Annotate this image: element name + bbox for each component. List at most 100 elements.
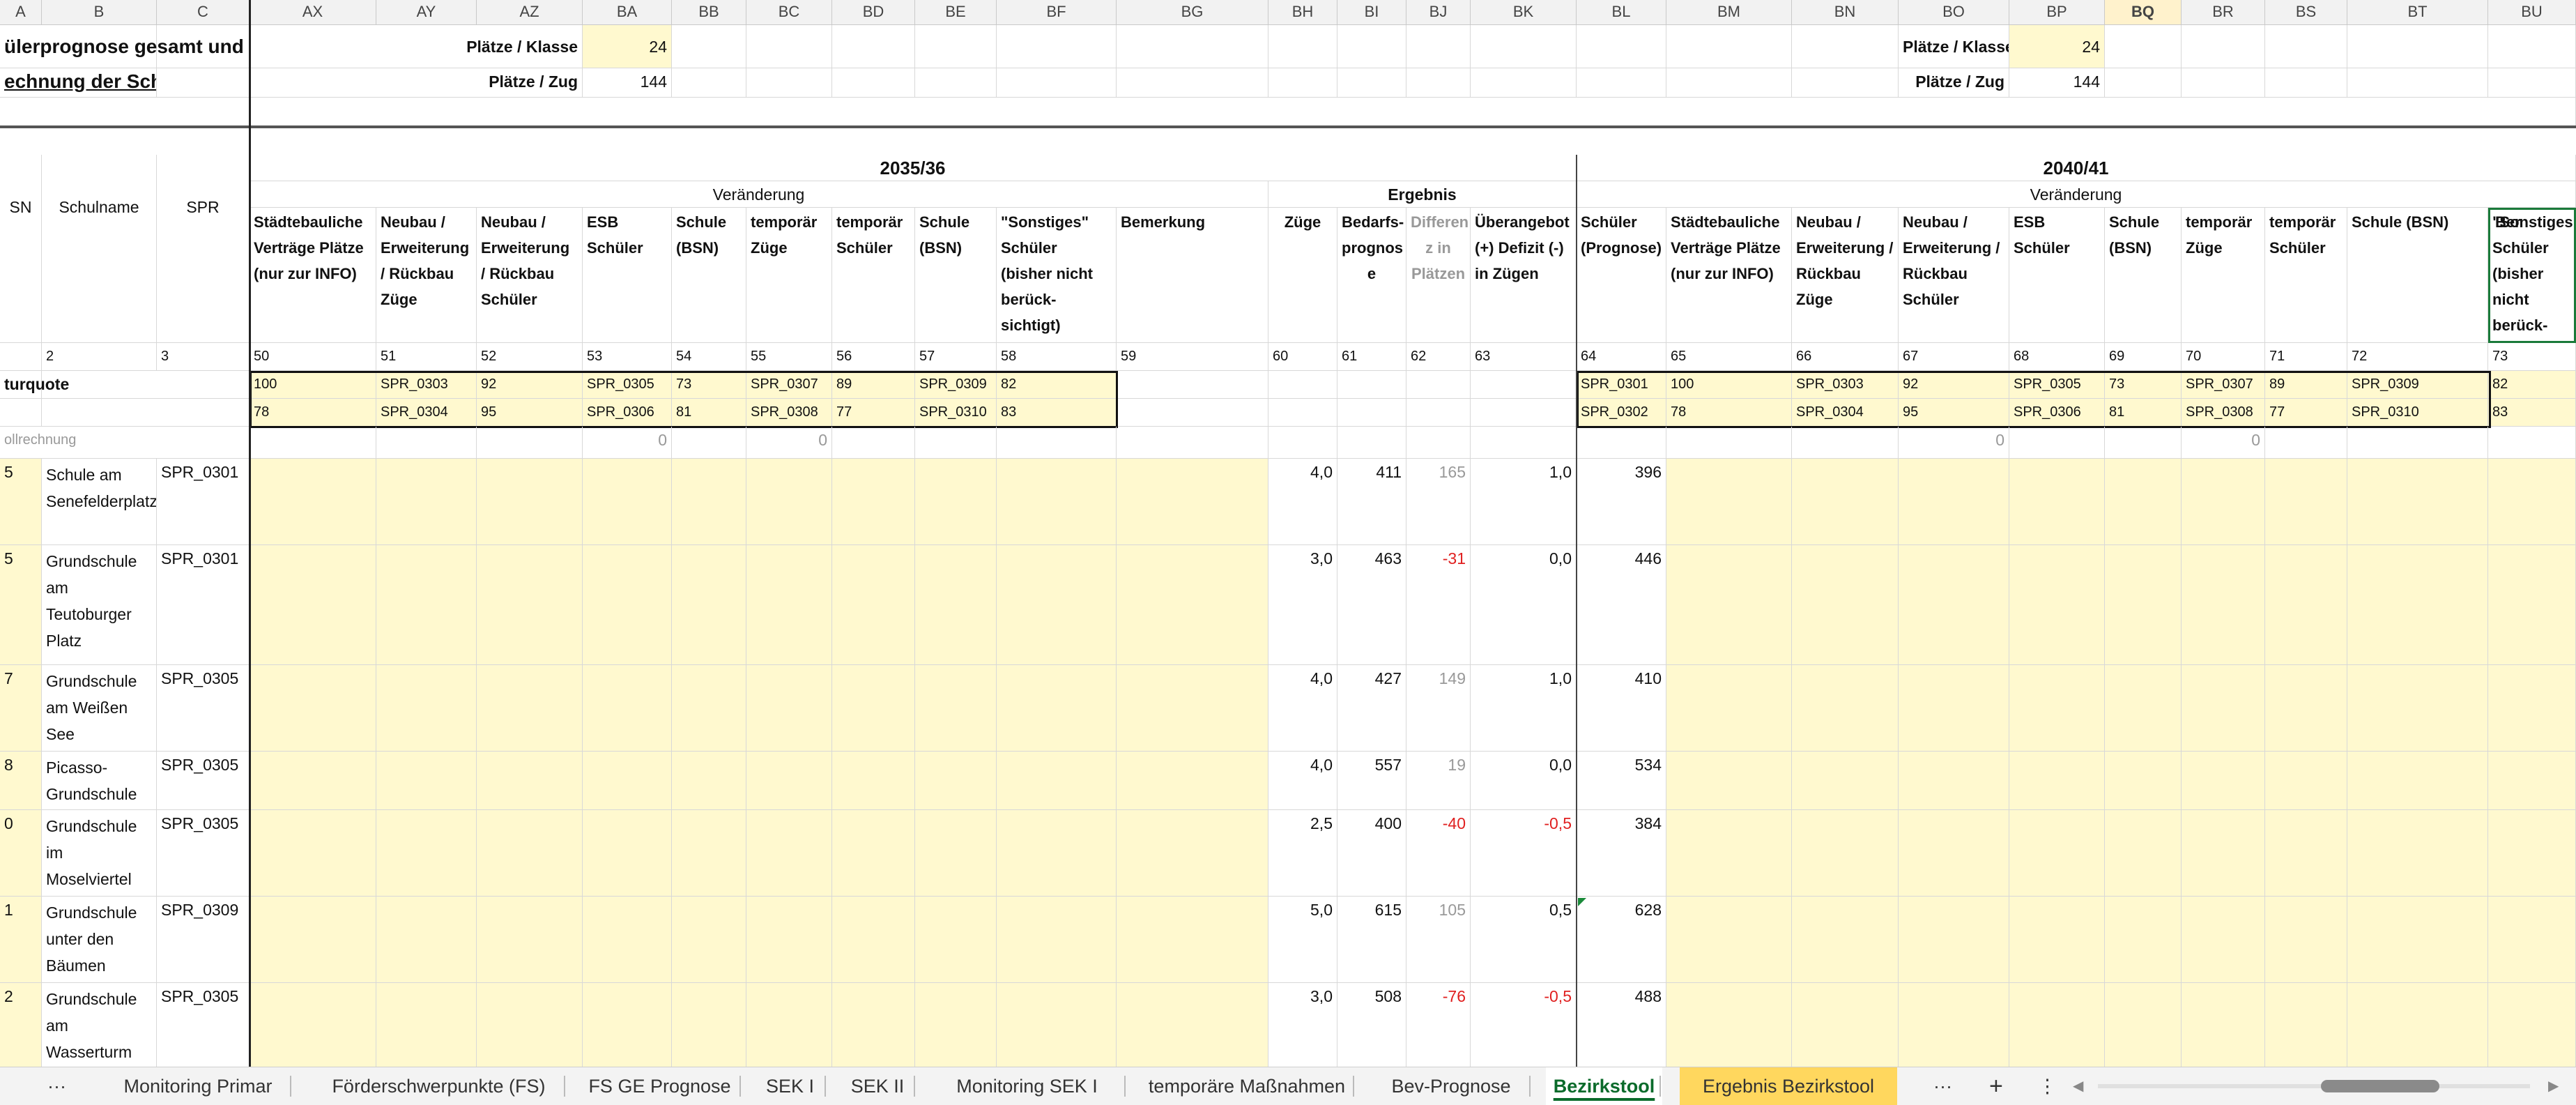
- input-cell[interactable]: [477, 665, 583, 752]
- empty-top[interactable]: [1337, 68, 1406, 98]
- quote-right-r2[interactable]: SPR_0302: [1577, 399, 1666, 427]
- schueler-prognose-2040[interactable]: 488: [1577, 983, 1666, 1074]
- control-zero[interactable]: 0: [746, 427, 832, 459]
- column-header-bm[interactable]: BM: [1666, 0, 1792, 25]
- input-cell[interactable]: [1792, 752, 1899, 810]
- input-cell[interactable]: [1117, 810, 1268, 897]
- ueberangebot[interactable]: -0,5: [1471, 983, 1577, 1074]
- empty-top[interactable]: [746, 68, 832, 98]
- input-cell[interactable]: [1792, 810, 1899, 897]
- column-header-bh[interactable]: BH: [1268, 0, 1337, 25]
- input-cell[interactable]: [2265, 545, 2347, 665]
- school-bsn[interactable]: 7: [0, 665, 42, 752]
- plaetze-klasse-label[interactable]: Plätze / Klasse: [250, 25, 583, 68]
- input-cell[interactable]: [2265, 665, 2347, 752]
- plaetze-klasse-label-2[interactable]: Plätze / Klasse: [1899, 25, 2009, 68]
- column-header-br[interactable]: BR: [2182, 0, 2265, 25]
- header-2040-1[interactable]: Schüler (Prognose): [1577, 208, 1666, 343]
- header-2040-5[interactable]: ESB Schüler: [2009, 208, 2105, 343]
- school-spr[interactable]: SPR_0309: [157, 897, 250, 983]
- school-bsn[interactable]: 5: [0, 459, 42, 545]
- input-cell[interactable]: [250, 983, 376, 1074]
- column-number[interactable]: 58: [997, 343, 1117, 371]
- input-cell[interactable]: [477, 545, 583, 665]
- quote-label[interactable]: turquote: [0, 371, 69, 399]
- input-cell[interactable]: [583, 665, 672, 752]
- quote-left-r1[interactable]: 73: [672, 371, 746, 399]
- column-number[interactable]: 71: [2265, 343, 2347, 371]
- column-number[interactable]: 63: [1471, 343, 1577, 371]
- input-cell[interactable]: [2009, 545, 2105, 665]
- quote-left-r2[interactable]: 77: [832, 399, 915, 427]
- year-2035-36[interactable]: 2035/36: [250, 155, 1577, 181]
- input-cell[interactable]: [583, 897, 672, 983]
- quote-left-r1[interactable]: 89: [832, 371, 915, 399]
- input-cell[interactable]: [2009, 665, 2105, 752]
- quote-right-r2[interactable]: 78: [1666, 399, 1792, 427]
- column-header-bg[interactable]: BG: [1117, 0, 1268, 25]
- header-2040-3[interactable]: Neubau / Erweiterung / Rückbau Züge: [1792, 208, 1899, 343]
- quote-left-r1[interactable]: 92: [477, 371, 583, 399]
- bedarfsprognose[interactable]: 463: [1337, 545, 1406, 665]
- column-header-bq[interactable]: BQ: [2105, 0, 2182, 25]
- input-cell[interactable]: [250, 810, 376, 897]
- school-bsn[interactable]: 5: [0, 545, 42, 665]
- column-header-ax[interactable]: AX: [250, 0, 376, 25]
- input-cell[interactable]: [2265, 983, 2347, 1074]
- column-header-az[interactable]: AZ: [477, 0, 583, 25]
- input-cell[interactable]: [1899, 897, 2009, 983]
- empty-top[interactable]: [1792, 25, 1899, 68]
- column-header-bl[interactable]: BL: [1577, 0, 1666, 25]
- input-cell[interactable]: [672, 897, 746, 983]
- horizontal-scrollbar-track[interactable]: [2098, 1084, 2530, 1088]
- column-number[interactable]: 66: [1792, 343, 1899, 371]
- input-cell[interactable]: [672, 665, 746, 752]
- column-number[interactable]: 52: [477, 343, 583, 371]
- input-cell[interactable]: [2347, 545, 2488, 665]
- column-number[interactable]: 68: [2009, 343, 2105, 371]
- input-cell[interactable]: [1899, 983, 2009, 1074]
- control-label[interactable]: ollrechnung: [0, 427, 250, 459]
- header-ergebnis-1[interactable]: Züge: [1268, 208, 1337, 343]
- column-number[interactable]: 51: [376, 343, 477, 371]
- ueberangebot[interactable]: 1,0: [1471, 665, 1577, 752]
- input-cell[interactable]: [746, 983, 832, 1074]
- empty-c1[interactable]: [157, 25, 250, 68]
- input-cell[interactable]: [583, 459, 672, 545]
- quote-right-r1[interactable]: SPR_0303: [1792, 371, 1899, 399]
- input-cell[interactable]: [376, 752, 477, 810]
- input-cell[interactable]: [997, 752, 1117, 810]
- column-header-bn[interactable]: BN: [1792, 0, 1899, 25]
- input-cell[interactable]: [2105, 983, 2182, 1074]
- column-header-bi[interactable]: BI: [1337, 0, 1406, 25]
- input-cell[interactable]: [832, 810, 915, 897]
- input-cell[interactable]: [832, 665, 915, 752]
- input-cell[interactable]: [832, 545, 915, 665]
- header-2035-4[interactable]: ESB Schüler: [583, 208, 672, 343]
- empty[interactable]: [1471, 399, 1577, 427]
- empty[interactable]: [1666, 427, 1792, 459]
- quote-right-r1[interactable]: SPR_0305: [2009, 371, 2105, 399]
- ueberangebot[interactable]: 0,0: [1471, 752, 1577, 810]
- column-header-b[interactable]: B: [42, 0, 157, 25]
- input-cell[interactable]: [376, 897, 477, 983]
- header-ergebnis-4[interactable]: Überangebot (+) Defizit (-) in Zügen: [1471, 208, 1577, 343]
- input-cell[interactable]: [477, 810, 583, 897]
- quote-left-r2[interactable]: SPR_0306: [583, 399, 672, 427]
- input-cell[interactable]: [2105, 752, 2182, 810]
- column-header-bt[interactable]: BT: [2347, 0, 2488, 25]
- input-cell[interactable]: [2347, 752, 2488, 810]
- input-cell[interactable]: [1792, 545, 1899, 665]
- ergebnis[interactable]: Ergebnis: [1268, 181, 1577, 208]
- differenz[interactable]: 149: [1406, 665, 1471, 752]
- bedarfsprognose[interactable]: 557: [1337, 752, 1406, 810]
- header-2035-2[interactable]: Neubau / Erweiterung / Rückbau Züge: [376, 208, 477, 343]
- input-cell[interactable]: [376, 665, 477, 752]
- empty[interactable]: [1792, 427, 1899, 459]
- empty-top[interactable]: [1337, 25, 1406, 68]
- empty[interactable]: [997, 427, 1117, 459]
- quote-right-r1[interactable]: SPR_0309: [2347, 371, 2488, 399]
- header-2035-9[interactable]: "Sonstiges" Schüler (bisher nicht berück…: [997, 208, 1117, 343]
- input-cell[interactable]: [583, 983, 672, 1074]
- input-cell[interactable]: [2182, 983, 2265, 1074]
